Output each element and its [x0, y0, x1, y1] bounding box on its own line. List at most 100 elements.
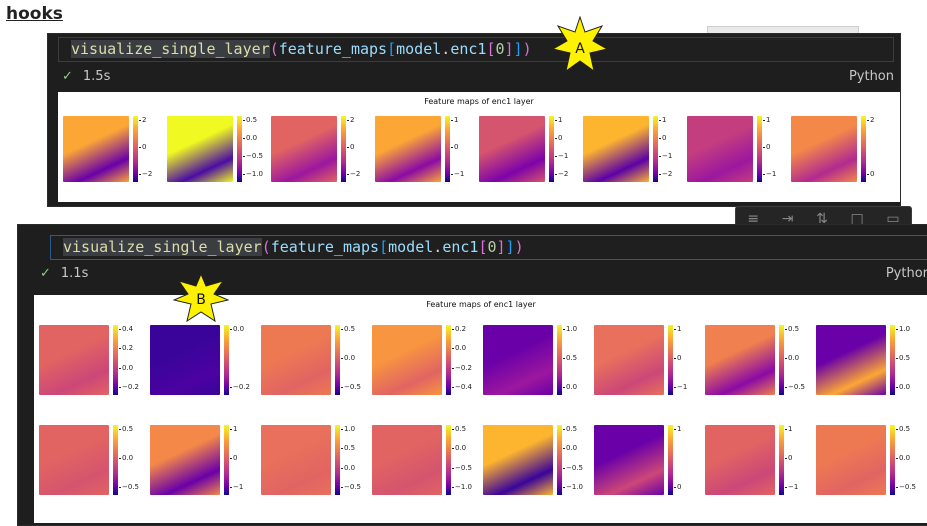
- feature-map-panel: 0.5 0.0 −0.5 −1.0: [167, 116, 273, 182]
- colorbar-tick-label: 0.5: [451, 425, 467, 433]
- colorbar: [779, 425, 784, 495]
- feature-map-panel: 0.2 0.0 −0.2 −0.4: [372, 325, 482, 395]
- colorbar-tick-label: 0.0: [340, 463, 356, 472]
- feature-map-image: [167, 116, 233, 182]
- colorbar: [237, 116, 242, 182]
- colorbar: [133, 116, 138, 182]
- check-icon: ✓: [40, 266, 51, 281]
- colorbar: [224, 425, 229, 495]
- feature-map-image: [791, 116, 857, 182]
- colorbar-tick-label: 2: [138, 116, 147, 124]
- colorbar: [557, 325, 562, 395]
- code-paren-open: (: [261, 238, 271, 256]
- colorbar-tick-label: 0.5: [118, 425, 134, 433]
- colorbar-tick-label: 0.5: [784, 325, 800, 333]
- colorbar-tick-label: 0.2: [118, 344, 134, 353]
- colorbar-tick-label: 1: [658, 116, 667, 124]
- colorbar-tick-label: −0.5: [452, 463, 472, 472]
- colorbar-tick-label: 0: [450, 143, 459, 151]
- feature-map-panel: 1.0 0.5 0.0: [483, 325, 593, 395]
- colorbar-tick-label: −1: [658, 152, 673, 160]
- colorbar-tick-label: 0: [658, 134, 667, 142]
- colorbar-tick-label: 0.0: [118, 363, 134, 372]
- colorbar-tick-label: 0.5: [562, 425, 578, 433]
- feature-map-panel: 1 0 −1: [594, 325, 704, 395]
- plot-output-b: Feature maps of enc1 layer 0.4 0.2 0.0 −0.2…: [34, 295, 927, 523]
- colorbar-tick-label: 0: [229, 454, 238, 462]
- colorbar-tick-label: 0.5: [895, 354, 911, 362]
- colorbar-tick-label: −1.0: [563, 483, 583, 491]
- code-paren-close: ): [514, 238, 524, 256]
- colorbar: [653, 116, 658, 182]
- colorbar-tick-label: 0.4: [118, 325, 134, 333]
- feature-map-panel: 0.4 0.2 0.0 −0.2: [39, 325, 149, 395]
- colorbar: [779, 325, 784, 395]
- colorbar-tick-label: 1.0: [895, 325, 911, 333]
- colorbar-tick-label: 1: [554, 116, 563, 124]
- colorbar-tick-label: 0.0: [784, 354, 800, 362]
- colorbar-tick-label: −2: [554, 170, 569, 178]
- callout-label-a: A: [575, 41, 585, 57]
- colorbar: [757, 116, 762, 182]
- notebook-cell-a[interactable]: visualize_single_layer(feature_maps[mode…: [47, 33, 901, 207]
- feature-map-panel: 0.5 0.0 −0.5 −1.0: [372, 425, 482, 495]
- feature-map-panel: 1 0 −1: [687, 116, 793, 182]
- feature-map-image: [816, 425, 886, 495]
- feature-map-image: [261, 325, 331, 395]
- colorbar-tick-label: −0.5: [243, 152, 263, 160]
- colorbar-tick-label: 0: [784, 454, 793, 462]
- colorbar: [446, 325, 451, 395]
- feature-map-panel: 1 0 −1: [150, 425, 260, 495]
- feature-map-panel: 0.5 0.0 −0.5: [39, 425, 149, 495]
- colorbar-tick-label: −2: [138, 170, 153, 178]
- code-arg: feature_maps: [270, 238, 380, 256]
- colorbar-tick-label: 0.5: [340, 444, 356, 453]
- feature-map-panel: 0.5 0.0 −0.5 −1.0: [483, 425, 593, 495]
- feature-map-panel: 1 0 −1: [375, 116, 481, 182]
- colorbar-tick-label: 1.0: [562, 325, 578, 333]
- colorbar-tick-label: 0.0: [242, 134, 258, 142]
- colorbar-tick-label: 0.5: [895, 425, 911, 433]
- code-editor-a[interactable]: visualize_single_layer(feature_maps[mode…: [58, 37, 894, 62]
- feature-map-panel: 10: [594, 425, 704, 495]
- colorbar-tick-label: 0.5: [562, 354, 578, 362]
- plot-output-a: Feature maps of enc1 layer 2 0 −2 0.5 0.0 −0.…: [58, 92, 900, 202]
- feature-map-image: [479, 116, 545, 182]
- colorbar-tick-label: −1: [673, 383, 688, 391]
- colorbar-tick-label: 0.0: [451, 344, 467, 353]
- feature-map-image: [150, 425, 220, 495]
- feature-map-image: [687, 116, 753, 182]
- colorbar-tick-label: 0.0: [118, 454, 134, 462]
- code-bracket-close: ]: [505, 238, 515, 256]
- colorbar-tick-label: 0.0: [895, 454, 911, 462]
- code-dot: .: [433, 238, 443, 256]
- feature-map-panel: 2 0 −2: [63, 116, 169, 182]
- language-label-a[interactable]: Python: [849, 69, 894, 84]
- colorbar-tick-label: 0: [138, 143, 147, 151]
- code-editor-b[interactable]: visualize_single_layer(feature_maps[mode…: [50, 235, 927, 260]
- colorbar: [549, 116, 554, 182]
- colorbar: [668, 325, 673, 395]
- feature-map-panel: 0.5 0.0 −0.5: [261, 325, 371, 395]
- notebook-cell-b[interactable]: visualize_single_layer(feature_maps[mode…: [17, 224, 927, 526]
- feature-map-image: [271, 116, 337, 182]
- colorbar-tick-label: −2: [658, 170, 673, 178]
- colorbar-tick-label: 1: [673, 425, 682, 433]
- language-label-b[interactable]: Pythor: [886, 266, 927, 281]
- code-attr: enc1: [442, 238, 479, 256]
- feature-map-image: [39, 325, 109, 395]
- colorbar-tick-label: 1: [673, 325, 682, 333]
- colorbar-tick-label: −1.0: [452, 483, 472, 491]
- colorbar: [445, 116, 450, 182]
- code-index: 0: [495, 40, 505, 58]
- colorbar: [341, 116, 346, 182]
- check-icon: ✓: [62, 69, 73, 84]
- execution-time: 1.1s: [60, 266, 89, 281]
- colorbar: [113, 325, 118, 395]
- colorbar: [557, 425, 562, 495]
- code-paren-open: (: [269, 40, 279, 58]
- colorbar-tick-label: 0: [346, 143, 355, 151]
- colorbar: [890, 325, 895, 395]
- colorbar-tick-label: 0.0: [562, 444, 578, 453]
- plot-title-a: Feature maps of enc1 layer: [424, 97, 534, 106]
